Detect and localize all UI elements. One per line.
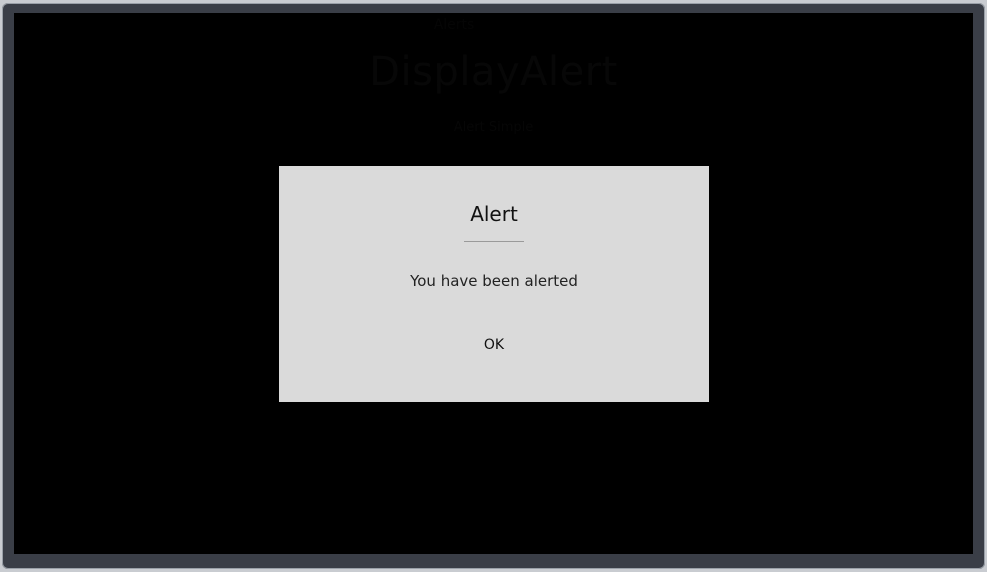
dialog-title: Alert xyxy=(470,202,518,226)
alert-dialog: Alert You have been alerted OK xyxy=(279,166,709,402)
page-heading: DisplayAlert xyxy=(369,49,618,95)
bottom-bezel xyxy=(14,554,973,567)
page-subtext: Alert Simple xyxy=(453,120,534,135)
app-title: Alerts xyxy=(433,17,475,33)
dialog-message: You have been alerted xyxy=(410,272,578,290)
app-screen: Alerts DisplayAlert Alert Simple Alert Y… xyxy=(14,13,973,554)
ok-button[interactable]: OK xyxy=(454,330,534,360)
dialog-divider xyxy=(464,241,524,242)
